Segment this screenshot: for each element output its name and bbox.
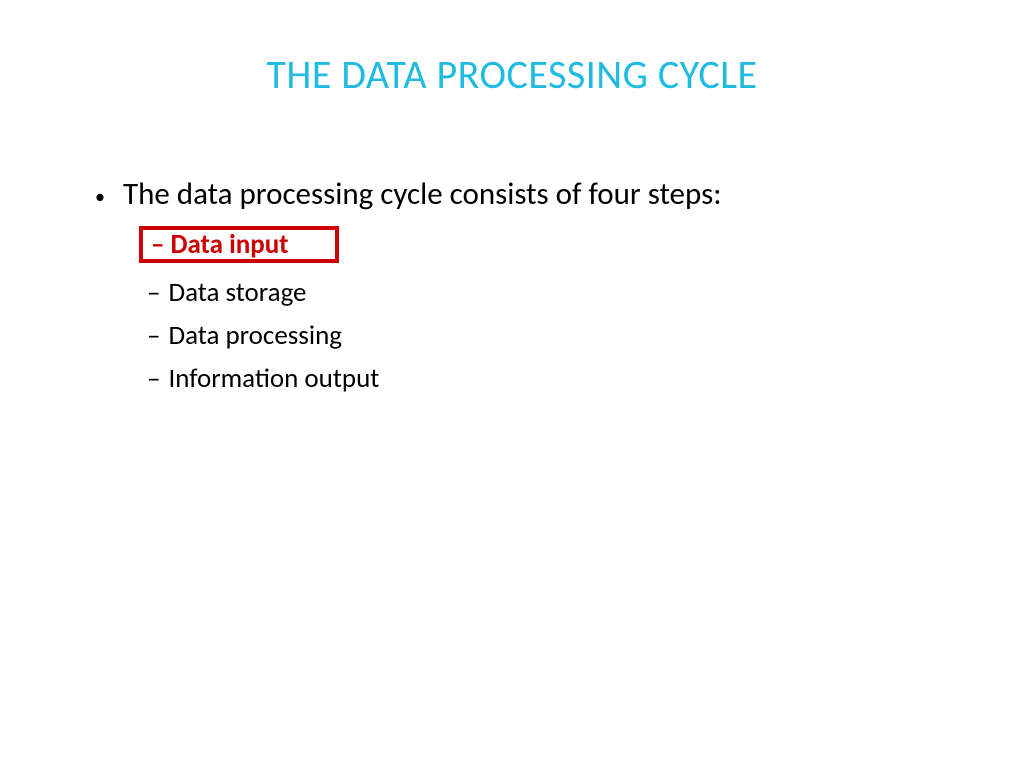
sub-item-information-output: – Information output	[147, 365, 964, 392]
sub-list: – Data input – Data storage – Data proce…	[95, 226, 964, 392]
bullet-marker-icon: •	[95, 184, 105, 211]
sub-item-data-storage: – Data storage	[147, 279, 964, 306]
highlight-box: – Data input	[139, 226, 339, 263]
sub-item-data-processing: – Data processing	[147, 322, 964, 349]
dash-marker-icon: –	[147, 322, 160, 349]
sub-item-text-highlighted: Data input	[170, 231, 288, 258]
main-bullet: • The data processing cycle consists of …	[95, 174, 964, 216]
dash-marker-icon: –	[147, 279, 160, 306]
sub-item-text: Information output	[168, 365, 379, 392]
dash-marker-icon: –	[147, 365, 160, 392]
slide-title: THE DATA PROCESSING CYCLE	[0, 50, 1024, 99]
sub-item-text: Data processing	[168, 322, 342, 349]
slide-container: THE DATA PROCESSING CYCLE • The data pro…	[0, 0, 1024, 768]
sub-item-data-input: – Data input	[147, 226, 964, 263]
sub-item-text: Data storage	[168, 279, 306, 306]
dash-marker-icon: –	[151, 231, 164, 258]
main-bullet-text: The data processing cycle consists of fo…	[123, 174, 722, 216]
content-area: • The data processing cycle consists of …	[0, 174, 1024, 392]
